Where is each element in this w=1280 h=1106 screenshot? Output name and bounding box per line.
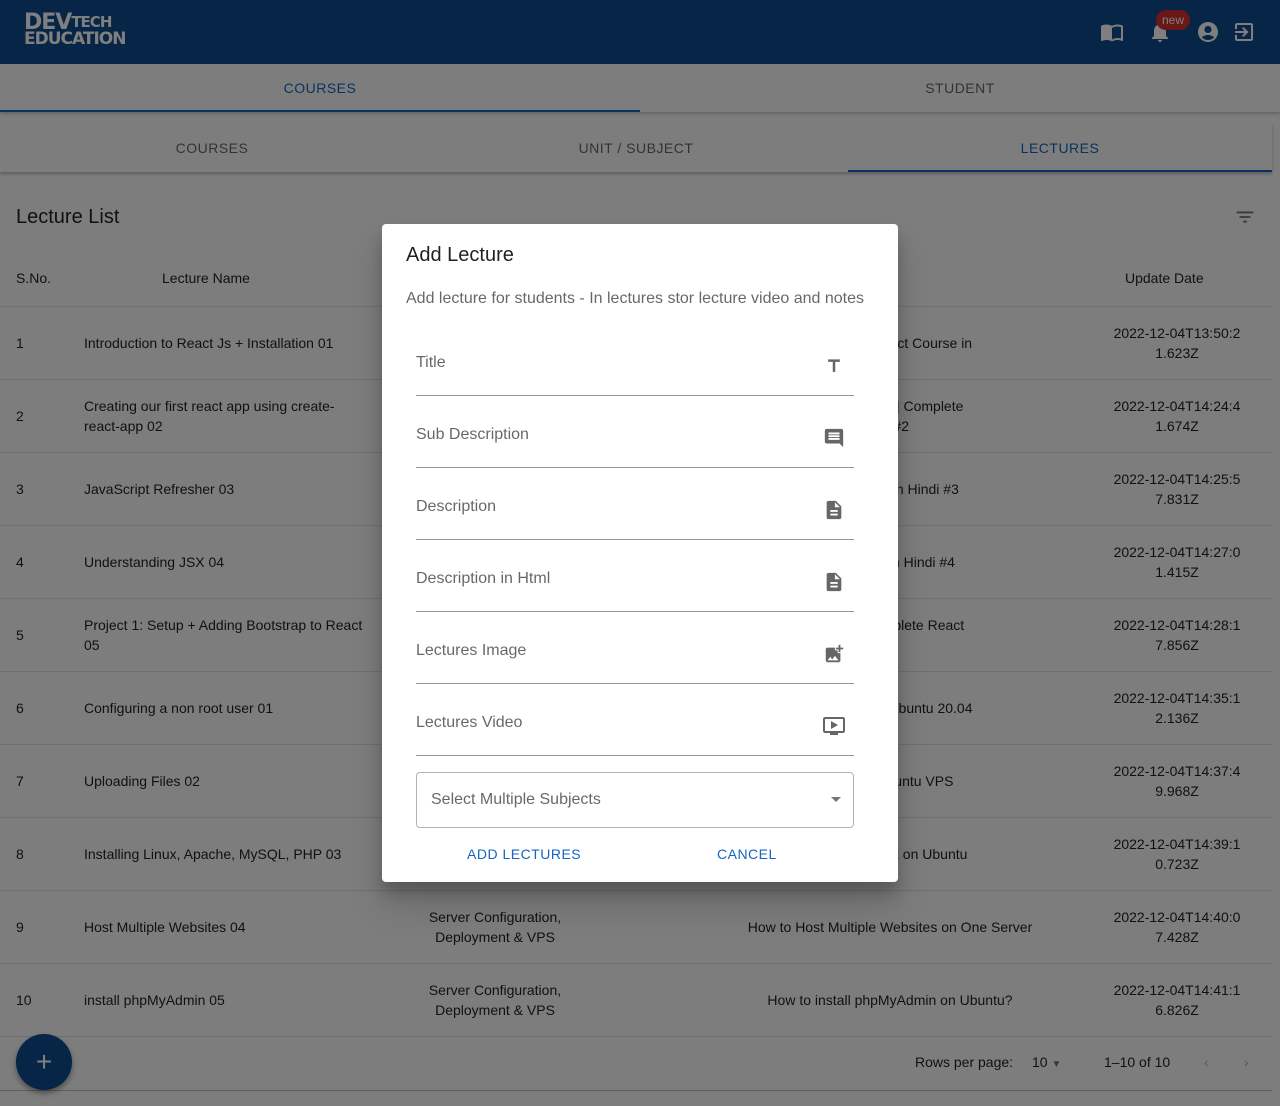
dialog-description: Add lecture for students - In lectures s… <box>406 290 865 307</box>
lectures-video-field[interactable]: Lectures Video <box>416 704 854 756</box>
video-icon <box>822 714 846 738</box>
dialog-title: Add Lecture <box>406 244 514 266</box>
sub-description-field[interactable]: Sub Description <box>416 416 854 468</box>
add-lecture-dialog: Add Lecture Add lecture for students - I… <box>382 224 898 882</box>
description-field[interactable]: Description <box>416 488 854 540</box>
add-lectures-button[interactable]: ADD LECTURES <box>467 842 581 866</box>
comment-icon <box>822 426 846 450</box>
chevron-down-icon <box>831 797 841 802</box>
cancel-button[interactable]: CANCEL <box>717 842 777 866</box>
title-field[interactable]: Title <box>416 344 854 396</box>
add-photo-icon <box>822 642 846 666</box>
document-icon <box>822 498 846 522</box>
description-html-field[interactable]: Description in Html <box>416 560 854 612</box>
lectures-image-field[interactable]: Lectures Image <box>416 632 854 684</box>
document-icon <box>822 570 846 594</box>
text-icon <box>822 354 846 378</box>
subjects-select[interactable]: Select Multiple Subjects <box>416 772 854 828</box>
